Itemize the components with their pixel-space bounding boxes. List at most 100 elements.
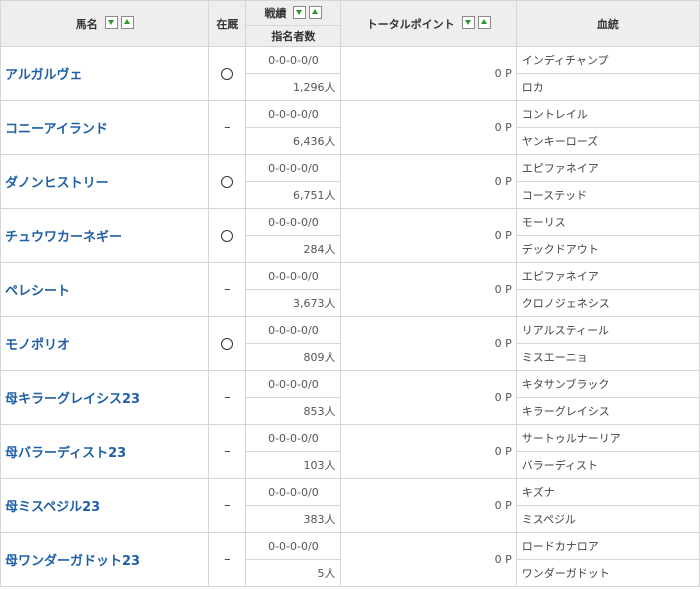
stock-cell: – — [208, 478, 247, 533]
dam-cell: ミスエーニョ — [515, 343, 700, 371]
table-row: チュウワカーネギー 0-0-0-0/0 0 P モーリス — [0, 208, 700, 263]
horse-name-link[interactable]: 母ミスペジル23 — [0, 478, 210, 533]
table-row: 母バラーディスト23–0-0-0-0/0 0 P サートゥルナーリア — [0, 424, 700, 479]
nominees-cell: 853人 — [245, 397, 342, 425]
record-cell: 0-0-0-0/0 — [245, 316, 342, 344]
nominees-cell: 284人 — [245, 235, 342, 263]
horse-name-link[interactable]: ダノンヒストリー — [0, 154, 210, 209]
table-row: モノポリオ 0-0-0-0/0 0 P リアルスティール — [0, 316, 700, 371]
points-cell: 0 P — [340, 478, 517, 533]
nominees-cell: 6,751人 — [245, 181, 342, 209]
header-stock-label: 在厩 — [216, 17, 239, 31]
header-points: トータルポイント — [340, 0, 517, 47]
stock-cell — [208, 316, 247, 371]
record-cell: 0-0-0-0/0 — [245, 154, 342, 182]
stock-value: – — [224, 444, 231, 459]
nominees-cell: 3,673人 — [245, 289, 342, 317]
horse-name-link[interactable]: コニーアイランド — [0, 100, 210, 155]
dam-cell: クロノジェネシス — [515, 289, 700, 317]
header-name: 馬名 — [0, 0, 210, 47]
in-stable-icon — [221, 67, 234, 80]
stock-value: – — [224, 282, 231, 297]
record-cell: 0-0-0-0/0 — [245, 370, 342, 398]
record-cell: 0-0-0-0/0 — [245, 262, 342, 290]
sire-cell: モーリス — [515, 208, 700, 236]
stock-value: – — [224, 498, 231, 513]
sire-cell: リアルスティール — [515, 316, 700, 344]
horse-table: 馬名 在厩 戦績 トータルポイント 血統 指名者数 アルガルヴェ 0-0-0-0… — [0, 0, 700, 587]
horse-name-link[interactable]: 母ワンダーガドット23 — [0, 532, 210, 587]
header-bloodline: 血統 — [515, 0, 700, 47]
sire-cell: エピファネイア — [515, 262, 700, 290]
sire-cell: ロードカナロア — [515, 532, 700, 560]
record-cell: 0-0-0-0/0 — [245, 46, 342, 74]
dam-cell: キラーグレイシス — [515, 397, 700, 425]
points-cell: 0 P — [340, 46, 517, 101]
record-cell: 0-0-0-0/0 — [245, 478, 342, 506]
stock-value: – — [224, 552, 231, 567]
sire-cell: サートゥルナーリア — [515, 424, 700, 452]
sort-up-icon[interactable] — [309, 5, 323, 19]
table-row: アルガルヴェ 0-0-0-0/0 0 P インディチャンプ — [0, 46, 700, 101]
record-cell: 0-0-0-0/0 — [245, 208, 342, 236]
horse-name-link[interactable]: 母バラーディスト23 — [0, 424, 210, 479]
table-row: ペレシート –0-0-0-0/0 0 P エピファネイア — [0, 262, 700, 317]
table-row: 母ワンダーガドット23–0-0-0-0/0 0 P ロードカナロア — [0, 532, 700, 587]
horse-name-link[interactable]: アルガルヴェ — [0, 46, 210, 101]
stock-cell — [208, 154, 247, 209]
horse-name-link[interactable]: 母キラーグレイシス23 — [0, 370, 210, 425]
table-row: 母ミスペジル23–0-0-0-0/0 0 P キズナ — [0, 478, 700, 533]
horse-name-link[interactable]: チュウワカーネギー — [0, 208, 210, 263]
in-stable-icon — [221, 175, 234, 188]
header-record: 戦績 — [245, 0, 342, 26]
sort-down-icon[interactable] — [461, 16, 475, 29]
in-stable-icon — [221, 337, 234, 350]
points-cell: 0 P — [340, 100, 517, 155]
record-cell: 0-0-0-0/0 — [245, 100, 342, 128]
header-record-label: 戦績 — [264, 7, 287, 20]
points-cell: 0 P — [340, 424, 517, 479]
in-stable-icon — [221, 229, 234, 242]
stock-value: – — [224, 390, 231, 405]
stock-cell: – — [208, 424, 247, 479]
dam-cell: ミスペジル — [515, 505, 700, 533]
header-nominees-label: 指名者数 — [271, 30, 316, 43]
sire-cell: キタサンブラック — [515, 370, 700, 398]
nominees-cell: 383人 — [245, 505, 342, 533]
nominees-cell: 103人 — [245, 451, 342, 479]
horse-name-link[interactable]: モノポリオ — [0, 316, 210, 371]
header-bloodline-label: 血統 — [596, 17, 619, 31]
points-cell: 0 P — [340, 208, 517, 263]
stock-cell: – — [208, 532, 247, 587]
stock-cell: – — [208, 100, 247, 155]
points-cell: 0 P — [340, 154, 517, 209]
stock-cell — [208, 208, 247, 263]
points-cell: 0 P — [340, 262, 517, 317]
nominees-cell: 6,436人 — [245, 127, 342, 155]
sire-cell: キズナ — [515, 478, 700, 506]
stock-cell: – — [208, 262, 247, 317]
table-row: コニーアイランド –0-0-0-0/0 0 P コントレイル — [0, 100, 700, 155]
nominees-cell: 5人 — [245, 559, 342, 587]
nominees-cell: 1,296人 — [245, 73, 342, 101]
sort-up-icon[interactable] — [120, 16, 134, 29]
table-row: ダノンヒストリー 0-0-0-0/0 0 P エピファネイア — [0, 154, 700, 209]
sire-cell: インディチャンプ — [515, 46, 700, 74]
sort-down-icon[interactable] — [293, 5, 307, 19]
header-nominees: 指名者数 — [245, 25, 342, 47]
dam-cell: バラーディスト — [515, 451, 700, 479]
header-points-label: トータルポイント — [366, 17, 455, 31]
horse-name-link[interactable]: ペレシート — [0, 262, 210, 317]
dam-cell: ワンダーガドット — [515, 559, 700, 587]
dam-cell: コーステッド — [515, 181, 700, 209]
header-stock: 在厩 — [208, 0, 247, 47]
sort-down-icon[interactable] — [104, 16, 118, 29]
sire-cell: エピファネイア — [515, 154, 700, 182]
points-cell: 0 P — [340, 316, 517, 371]
stock-cell: – — [208, 370, 247, 425]
sire-cell: コントレイル — [515, 100, 700, 128]
points-cell: 0 P — [340, 532, 517, 587]
dam-cell: ロカ — [515, 73, 700, 101]
sort-up-icon[interactable] — [477, 16, 491, 29]
record-cell: 0-0-0-0/0 — [245, 532, 342, 560]
